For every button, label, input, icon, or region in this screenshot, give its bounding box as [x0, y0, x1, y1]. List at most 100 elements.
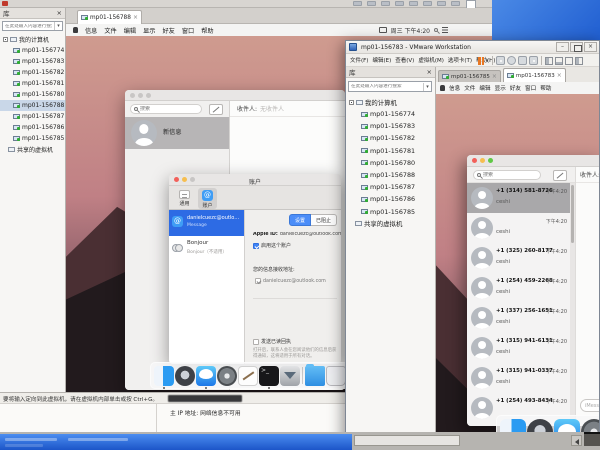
tab-accounts[interactable]: @ 账户	[198, 188, 217, 209]
segment-blocked[interactable]: 已阻止	[311, 214, 337, 226]
email-checkbox[interactable]	[255, 278, 261, 284]
terminal-icon[interactable]	[259, 366, 279, 386]
close-button[interactable]: ×	[584, 42, 597, 52]
library-search[interactable]: ▾	[2, 21, 63, 31]
vm-tree-item[interactable]: mp01-156782	[0, 67, 65, 78]
vm-tree-item[interactable]: mp01-156788	[0, 100, 65, 111]
menu-item[interactable]: 虚拟机(M)	[418, 56, 444, 64]
messages2-search-input[interactable]	[483, 172, 537, 178]
zoom-window-icon[interactable]	[488, 158, 493, 163]
macos-menu-item[interactable]: 显示	[143, 26, 155, 35]
collapse-icon[interactable]	[3, 37, 8, 42]
vm-tree-item[interactable]: mp01-156774	[346, 108, 435, 120]
to-field[interactable]: 收件人:	[576, 167, 600, 183]
toolbar-icon[interactable]	[451, 1, 460, 6]
macos-menu-item[interactable]: 窗口	[525, 84, 536, 92]
downloads-icon[interactable]	[280, 366, 300, 386]
apple-menu-icon[interactable]	[73, 27, 78, 33]
tree-root-my-computer[interactable]: 我的计算机	[0, 34, 65, 45]
vm-tree-item[interactable]: mp01-156783	[346, 120, 435, 132]
scroll-left-icon[interactable]	[571, 435, 582, 446]
minimize-window-icon[interactable]	[138, 93, 143, 98]
toolbar-icon[interactable]	[395, 1, 404, 6]
conversation-row[interactable]: +1 (337) 256-1651 下午4:20 ceshi	[467, 303, 570, 333]
to-field[interactable]: 收件人: 无收件人	[230, 101, 345, 117]
notification-center-icon[interactable]	[442, 27, 448, 33]
trash-icon[interactable]	[326, 366, 346, 386]
vm-tree-item[interactable]: mp01-156774	[0, 45, 65, 56]
library-search-input[interactable]	[349, 84, 423, 89]
vm-tree-item[interactable]: mp01-156783	[0, 56, 65, 67]
revert-snapshot-icon[interactable]	[507, 56, 516, 65]
conversation-row[interactable]: 下午4:20 ceshi	[467, 213, 570, 243]
vm-tree-item[interactable]: mp01-156785	[0, 133, 65, 144]
close-icon[interactable]: ×	[57, 9, 62, 17]
menu-item[interactable]: 查看(V)	[395, 56, 414, 64]
macos-menu-item[interactable]: 显示	[495, 84, 506, 92]
ctrl-alt-del-icon[interactable]	[496, 56, 505, 65]
snapshot-manager-icon[interactable]	[529, 56, 538, 65]
spotlight-icon[interactable]	[434, 28, 438, 32]
take-snapshot-icon[interactable]	[518, 56, 527, 65]
account-item-imessage[interactable]: @ danielcuezc@outlo… Message	[169, 210, 244, 236]
suspend-button[interactable]	[478, 57, 484, 65]
chevron-down-icon[interactable]: ▾	[423, 83, 431, 91]
new-message-row[interactable]: 新信息	[125, 117, 229, 149]
minimize-window-icon[interactable]	[480, 158, 485, 163]
vm-tab-active[interactable]: mp01-156788 ×	[77, 10, 142, 24]
macos-menu-item[interactable]: 窗口	[182, 26, 194, 35]
thumbnail-bar-icon[interactable]	[555, 57, 563, 65]
task-button[interactable]	[5, 438, 57, 441]
tree-shared-vms[interactable]: 共享的虚拟机	[346, 218, 435, 230]
imessage-input[interactable]: iMessage	[580, 399, 600, 412]
menu-item[interactable]: 选项卡(T)	[448, 56, 472, 64]
macos-menu-item[interactable]: 编辑	[479, 84, 490, 92]
tree-root-my-computer[interactable]: 我的计算机	[346, 96, 435, 108]
conversation-row[interactable]: +1 (315) 941-6131 下午4:20 ceshi	[467, 333, 570, 363]
power-button-icon[interactable]	[2, 1, 8, 6]
finder-icon[interactable]	[154, 366, 174, 386]
macos-menu-item[interactable]: 文件	[104, 26, 116, 35]
macos-menu-item[interactable]: 编辑	[124, 26, 136, 35]
vm-tree-item[interactable]: mp01-156785	[346, 206, 435, 218]
vm-tree-item[interactable]: mp01-156786	[346, 193, 435, 205]
messages2-search[interactable]	[473, 170, 541, 180]
taskbar-buttons-area[interactable]	[0, 434, 352, 450]
macos-menu-item[interactable]: 好友	[510, 84, 521, 92]
macos-menu-item[interactable]: 信息	[85, 26, 97, 35]
vm-tree-item[interactable]: mp01-156780	[0, 89, 65, 100]
segment-settings[interactable]: 设置	[289, 214, 311, 226]
messages2-titlebar[interactable]	[467, 155, 600, 167]
messages-icon[interactable]	[196, 366, 216, 386]
show-library-icon[interactable]	[545, 57, 553, 65]
tree-shared-vms[interactable]: 共享的虚拟机	[0, 144, 65, 155]
maximize-button[interactable]	[570, 42, 583, 52]
enable-account-checkbox[interactable]	[253, 243, 259, 249]
close-icon[interactable]: ×	[427, 68, 432, 76]
vm-tree-item[interactable]: mp01-156786	[0, 122, 65, 133]
task-button[interactable]	[68, 438, 128, 441]
apple-menu-icon[interactable]	[440, 85, 445, 91]
messages1-search-input[interactable]	[140, 106, 198, 112]
toolbar-icon[interactable]	[381, 1, 390, 6]
vm-tree-item[interactable]: mp01-156787	[346, 181, 435, 193]
vm-tree-item[interactable]: mp01-156781	[0, 78, 65, 89]
close-window-icon[interactable]	[472, 158, 477, 163]
macos-menu-item[interactable]: 帮助	[540, 84, 551, 92]
macos-menu-item[interactable]: 好友	[163, 26, 175, 35]
conversation-row[interactable]: +1 (254) 459-2268 下午4:20 ceshi	[467, 273, 570, 303]
chevron-down-icon[interactable]: ▾	[54, 22, 62, 30]
menu-bar-clock[interactable]: 周三 下午4:20	[391, 26, 430, 35]
compose-button[interactable]	[553, 170, 567, 181]
conversation-row[interactable]: +1 (315) 941-0337 下午4:20 ceshi	[467, 363, 570, 393]
library-search[interactable]: ▾	[348, 81, 432, 92]
macos-menu-item[interactable]: 帮助	[201, 26, 213, 35]
zoom-window-icon[interactable]	[146, 93, 151, 98]
menu-item[interactable]: 文件(F)	[350, 56, 368, 64]
tab-close-icon[interactable]: ×	[492, 73, 497, 80]
vm-tree-item[interactable]: mp01-156780	[346, 157, 435, 169]
toolbar-icon[interactable]	[437, 1, 446, 6]
minimize-button[interactable]: –	[556, 42, 569, 52]
vm-tab[interactable]: mp01-156785 ×	[438, 70, 501, 82]
vm-tree-item[interactable]: mp01-156781	[346, 145, 435, 157]
